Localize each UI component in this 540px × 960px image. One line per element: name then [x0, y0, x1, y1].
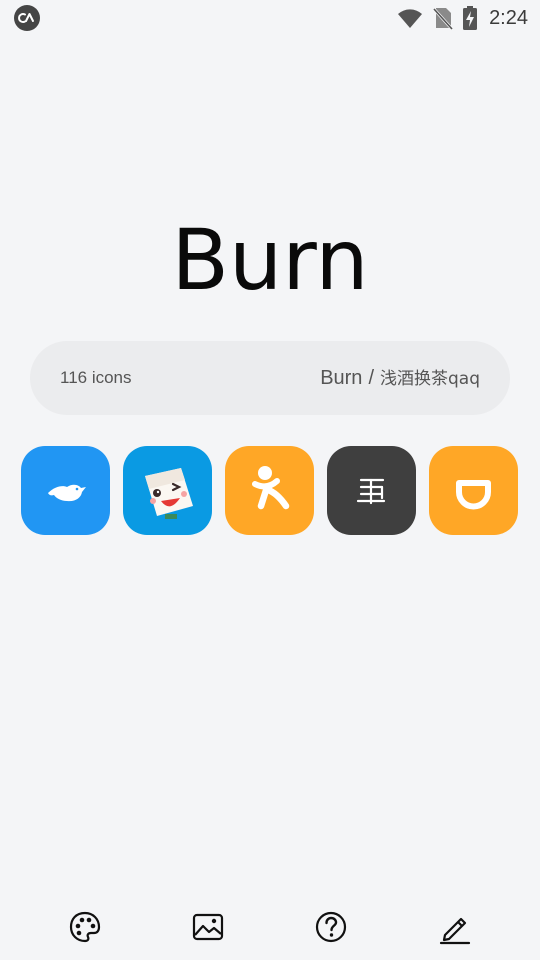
status-icons: 2:24 [397, 4, 528, 32]
pack-credit: Burn / 浅酒换茶qaq [320, 341, 480, 417]
battery-charging-icon [463, 6, 478, 30]
icon-preview-row [21, 446, 519, 535]
edit-icon[interactable] [437, 909, 473, 945]
bottom-navigation [0, 895, 540, 960]
wallpaper-icon[interactable] [190, 909, 226, 945]
icon-count: 116 icons [60, 368, 132, 387]
icon-pack-info[interactable]: 116 icons Burn / 浅酒换茶qaq [30, 341, 510, 415]
bird-icon[interactable] [21, 446, 110, 535]
runner-icon[interactable] [225, 446, 314, 535]
status-time: 2:24 [489, 6, 528, 29]
author-name: 浅酒换茶qaq [380, 369, 480, 389]
no-sim-icon [433, 7, 454, 30]
pack-name: Burn [320, 367, 363, 389]
notification-app-icon [14, 5, 40, 31]
status-bar: 2:24 [0, 0, 540, 36]
cartoon-face-icon[interactable] [123, 446, 212, 535]
didi-icon[interactable] [429, 446, 518, 535]
wifi-icon [398, 9, 423, 28]
credit-separator: / [368, 367, 374, 389]
text-glyph-icon[interactable] [327, 446, 416, 535]
help-icon[interactable] [313, 909, 349, 945]
palette-icon[interactable] [67, 909, 103, 945]
app-title: Burn [171, 211, 369, 309]
